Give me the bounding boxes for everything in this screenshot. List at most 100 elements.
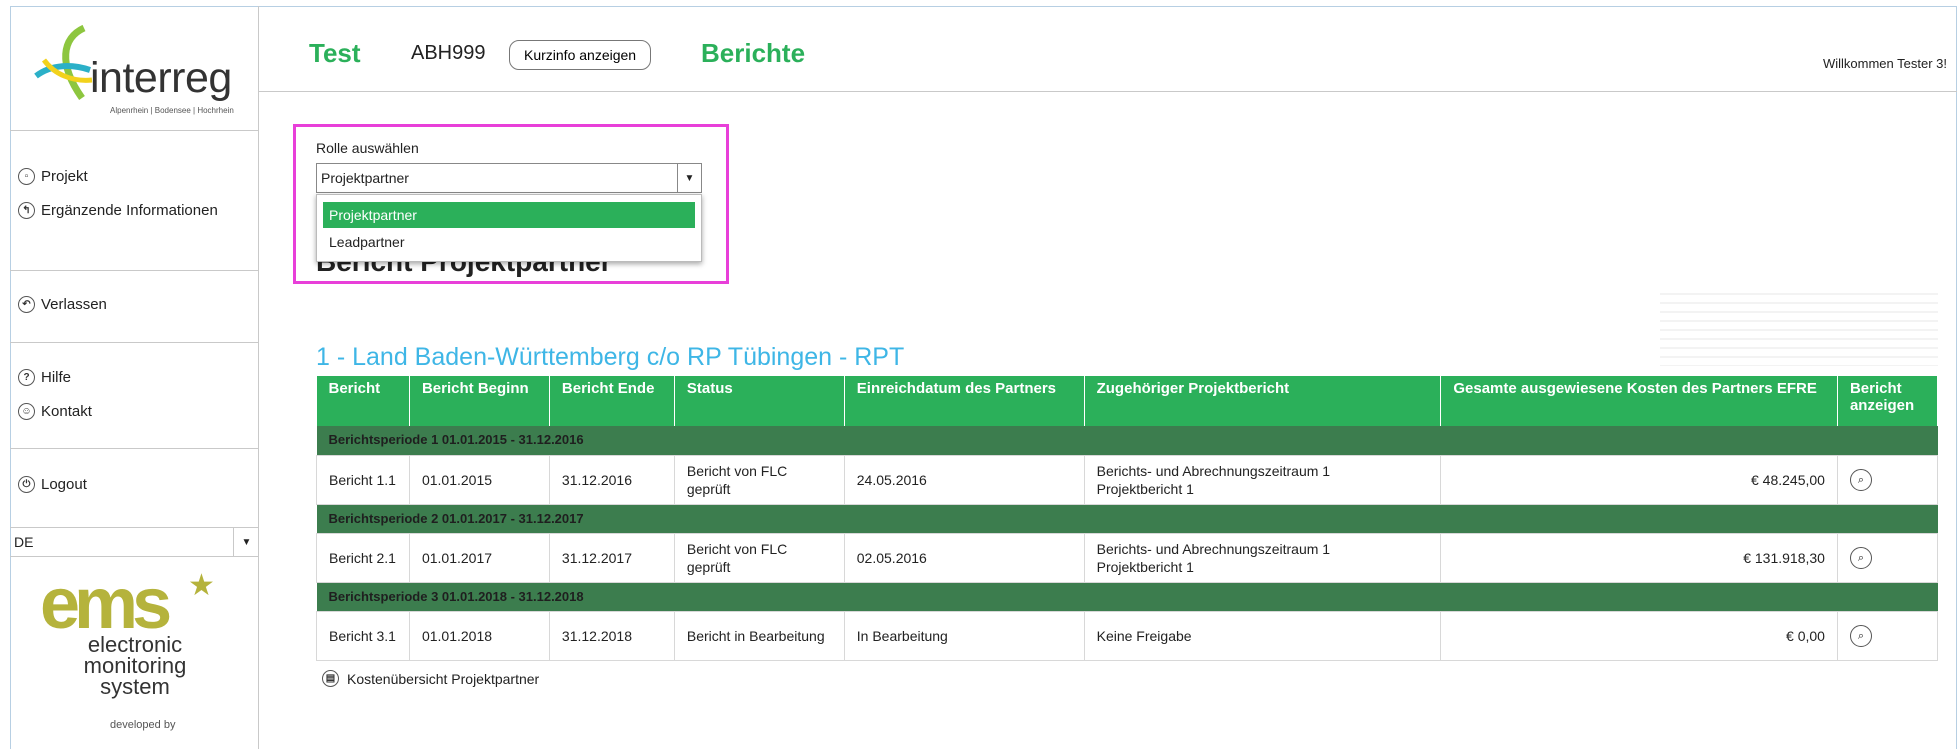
cell-projektbericht: Berichts- und Abrechnungszeitraum 1 Proj…	[1083, 532, 1442, 583]
ems-logo: ems ★ electronic monitoring system devel…	[40, 568, 240, 731]
chevron-down-icon[interactable]: ▼	[233, 528, 259, 556]
project-code: ABH999	[411, 42, 486, 64]
projektbericht-line-1: Berichts- und Abrechnungszeitraum 1	[1096, 462, 1331, 479]
logo-tagline: Alpenrhein | Bodensee | Hochrhein	[110, 106, 234, 115]
cell-einreichdatum: 02.05.2016	[843, 532, 1085, 583]
nav-group-logout: ⏻ Logout	[10, 449, 259, 527]
cell-ende: 31.12.2017	[548, 532, 675, 583]
developed-by: developed by	[110, 719, 176, 731]
sidebar-item-label: Kontakt	[41, 403, 92, 420]
section-title: Berichte	[701, 38, 806, 68]
role-select[interactable]: Projektpartner ▼	[316, 163, 702, 193]
cell-ende: 31.12.2016	[548, 454, 675, 505]
sidebar-item-verlassen[interactable]: ↶ Verlassen	[18, 296, 107, 313]
ems-text-line-3: system	[100, 674, 170, 699]
nav-group-leave: ↶ Verlassen	[10, 271, 259, 343]
nav-group-help: ? Hilfe ☺ Kontakt	[10, 343, 259, 449]
sidebar-item-label: Hilfe	[41, 369, 72, 386]
period-label: Berichtsperiode 1 01.01.2015 - 31.12.201…	[316, 426, 1938, 455]
project-name[interactable]: Test	[309, 38, 361, 69]
cell-kosten: € 48.245,00	[1440, 454, 1838, 505]
magnifier-icon[interactable]: ⌕	[1849, 624, 1872, 647]
cost-overview-link[interactable]: ▤ Kostenübersicht Projektpartner	[322, 670, 539, 687]
sidebar-item-label: Projekt	[41, 168, 88, 185]
col-header-bericht[interactable]: Bericht	[316, 376, 410, 426]
role-option-leadpartner[interactable]: Leadpartner	[323, 229, 695, 255]
kurzinfo-button[interactable]: Kurzinfo anzeigen	[509, 40, 652, 70]
projektbericht-line-1: Keine Freigabe	[1096, 627, 1192, 644]
document-icon: ▫	[18, 168, 35, 185]
period-row: Berichtsperiode 3 01.01.2018 - 31.12.201…	[316, 582, 1938, 611]
sidebar-item-label: Ergänzende Informationen	[41, 202, 218, 219]
sidebar-item-kontakt[interactable]: ☺ Kontakt	[18, 403, 92, 420]
clipboard-icon: ▤	[322, 670, 339, 687]
help-icon: ?	[18, 369, 35, 386]
col-header-beginn[interactable]: Bericht Beginn	[409, 376, 550, 426]
cell-einreichdatum: 24.05.2016	[843, 454, 1085, 505]
col-header-status[interactable]: Status	[674, 376, 845, 426]
cell-beginn: 01.01.2018	[408, 610, 550, 661]
power-icon: ⏻	[18, 476, 35, 493]
role-selected-value: Projektpartner	[321, 170, 409, 186]
nav-group-project: ▫ Projekt ↰ Ergänzende Informationen	[10, 131, 259, 271]
decorative-stripes	[1660, 286, 1938, 366]
table-row: Bericht 2.1 01.01.2017 31.12.2017 Berich…	[316, 532, 1939, 583]
cell-status: Bericht in Bearbeitung	[673, 610, 845, 661]
col-header-projektbericht[interactable]: Zugehöriger Projektbericht	[1084, 376, 1442, 426]
table-row: Bericht 3.1 01.01.2018 31.12.2018 Berich…	[316, 610, 1939, 661]
interreg-logo[interactable]: interreg Alpenrhein | Bodensee | Hochrhe…	[10, 6, 259, 131]
sidebar-item-hilfe[interactable]: ? Hilfe	[18, 369, 71, 386]
sidebar-item-logout[interactable]: ⏻ Logout	[18, 476, 87, 493]
col-header-kosten[interactable]: Gesamte ausgewiesene Kosten des Partners…	[1440, 376, 1838, 426]
cell-anzeigen: ⌕	[1836, 532, 1939, 583]
person-icon: ☺	[18, 403, 35, 420]
cell-bericht: Bericht 3.1	[316, 610, 410, 661]
chevron-down-icon[interactable]: ▼	[677, 164, 701, 192]
cell-kosten: € 0,00	[1440, 610, 1838, 661]
sidebar-item-label: Verlassen	[41, 296, 107, 313]
reports-table: Bericht Bericht Beginn Bericht Ende Stat…	[316, 376, 1939, 661]
arrow-icon: ↰	[18, 202, 35, 219]
welcome-text: Willkommen Tester 3!	[1822, 56, 1947, 71]
ems-text-line-1: electronic	[87, 632, 183, 657]
ems-text-line-2: monitoring	[83, 653, 187, 678]
magnifier-icon[interactable]: ⌕	[1849, 546, 1872, 569]
table-row: Bericht 1.1 01.01.2015 31.12.2016 Berich…	[316, 454, 1939, 505]
cost-overview-label: Kostenübersicht Projektpartner	[347, 670, 540, 687]
cell-projektbericht: Keine Freigabe	[1083, 610, 1442, 661]
table-header-row: Bericht Bericht Beginn Bericht Ende Stat…	[316, 376, 1939, 426]
language-select[interactable]: DE ▼	[10, 527, 259, 557]
sidebar-item-ergaenzende-informationen[interactable]: ↰ Ergänzende Informationen	[18, 202, 218, 219]
cell-beginn: 01.01.2017	[408, 532, 550, 583]
period-row: Berichtsperiode 2 01.01.2017 - 31.12.201…	[316, 504, 1938, 533]
cell-status: Bericht von FLC geprüft	[673, 454, 845, 505]
role-label: Rolle auswählen	[316, 140, 419, 156]
cell-anzeigen: ⌕	[1836, 610, 1939, 661]
cell-projektbericht: Berichts- und Abrechnungszeitraum 1 Proj…	[1083, 454, 1442, 505]
logo-wordmark: interreg	[90, 54, 232, 102]
cell-beginn: 01.01.2015	[408, 454, 550, 505]
sidebar-item-label: Logout	[41, 476, 87, 493]
header: Test ABH999 Kurzinfo anzeigen Berichte W…	[259, 6, 1957, 92]
role-option-projektpartner[interactable]: Projektpartner	[323, 202, 695, 228]
cell-anzeigen: ⌕	[1836, 454, 1939, 505]
period-label: Berichtsperiode 3 01.01.2018 - 31.12.201…	[316, 582, 1938, 611]
sidebar-item-projekt[interactable]: ▫ Projekt	[18, 168, 88, 185]
cell-status: Bericht von FLC geprüft	[673, 532, 845, 583]
sidebar: interreg Alpenrhein | Bodensee | Hochrhe…	[10, 6, 259, 749]
projektbericht-line-2: Projektbericht 1	[1096, 480, 1194, 497]
cell-ende: 31.12.2018	[548, 610, 675, 661]
col-header-anzeigen: Bericht anzeigen	[1837, 376, 1939, 426]
cell-kosten: € 131.918,30	[1440, 532, 1838, 583]
cell-einreichdatum: In Bearbeitung	[843, 610, 1085, 661]
col-header-ende[interactable]: Bericht Ende	[549, 376, 675, 426]
role-dropdown-list: Projektpartner Leadpartner	[316, 194, 702, 262]
period-label: Berichtsperiode 2 01.01.2017 - 31.12.201…	[316, 504, 1938, 533]
undo-icon: ↶	[18, 296, 35, 313]
col-header-einreichdatum[interactable]: Einreichdatum des Partners	[844, 376, 1085, 426]
partner-title: 1 - Land Baden-Württemberg c/o RP Tübing…	[316, 343, 905, 371]
cell-bericht: Bericht 1.1	[316, 454, 410, 505]
magnifier-icon[interactable]: ⌕	[1849, 468, 1872, 491]
period-row: Berichtsperiode 1 01.01.2015 - 31.12.201…	[316, 426, 1938, 455]
projektbericht-line-2: Projektbericht 1	[1096, 558, 1194, 575]
